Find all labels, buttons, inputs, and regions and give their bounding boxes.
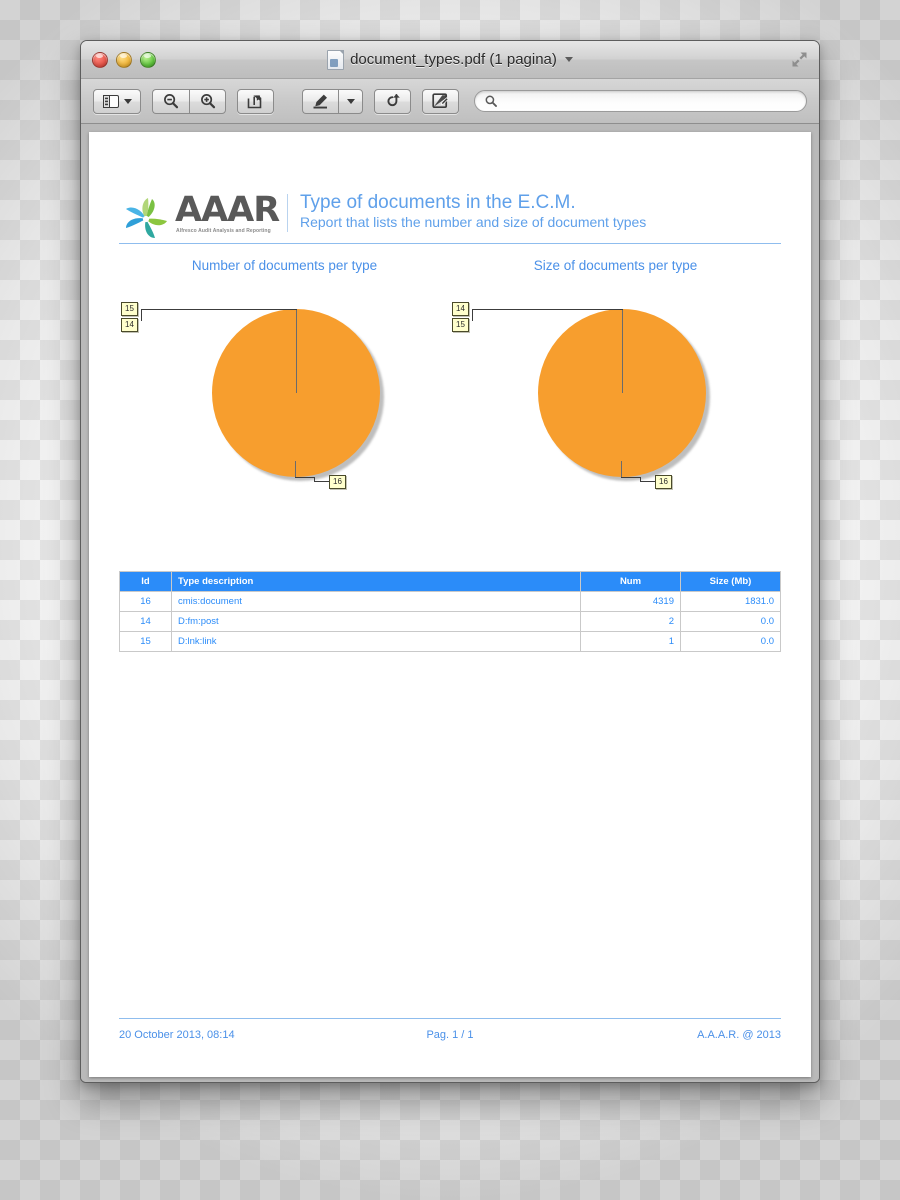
markup-dropdown-button[interactable] (338, 88, 363, 114)
footer-row: 20 October 2013, 08:14 Pag. 1 / 1 A.A.A.… (119, 1029, 781, 1041)
aaar-logo: AAAR Alfresco Audit Analysis and Reporti… (119, 189, 280, 238)
cell-id: 15 (119, 630, 172, 652)
fullscreen-expand-icon[interactable] (791, 51, 808, 68)
pinwheel-flower-logo-icon (126, 197, 167, 238)
close-window-button[interactable] (92, 51, 108, 68)
sidebar-panel-icon (102, 94, 119, 108)
table-row: 14 D:fm:post 2 0.0 (119, 610, 781, 632)
share-button[interactable] (237, 88, 274, 114)
pie-label-16: 16 (329, 474, 346, 489)
cell-size: 0.0 (680, 610, 781, 632)
window-title-group: document_types.pdf (1 pagina) (81, 41, 819, 78)
pie-label-14: 14 (452, 301, 469, 316)
pie-label-15: 15 (452, 317, 469, 332)
pie-label-15: 15 (121, 301, 138, 316)
zoom-segmented-control (152, 88, 226, 114)
report-title: Type of documents in the E.C.M. (300, 192, 576, 213)
rotate-left-icon (386, 93, 400, 106)
pie-cut-bottom (295, 460, 296, 478)
zoom-in-button[interactable] (189, 88, 226, 114)
cell-id: 16 (119, 590, 172, 612)
markup-button[interactable] (302, 88, 338, 114)
pie-chart-size-of-documents: 14 15 16 (450, 295, 781, 515)
leader-line-bottom-stub (621, 476, 640, 478)
header-divider (287, 194, 288, 232)
cell-id: 14 (119, 610, 172, 632)
highlighter-pen-icon (313, 94, 327, 109)
cell-size: 1831.0 (680, 590, 781, 612)
pie-label-14: 14 (121, 317, 138, 332)
pie-chart-number-of-documents: 15 14 16 (119, 295, 450, 515)
leader-line-top-drop (472, 308, 473, 321)
share-arrow-icon (247, 94, 262, 108)
minimize-window-button[interactable] (116, 51, 132, 68)
cell-num: 2 (580, 610, 681, 632)
chevron-down-icon[interactable] (564, 57, 573, 62)
pdf-document-icon (327, 49, 345, 70)
footer-copyright: A.A.A.R. @ 2013 (697, 1029, 782, 1041)
preview-window: document_types.pdf (1 pagina) AAAR Alfre… (80, 40, 820, 1083)
zoom-out-button[interactable] (152, 88, 189, 114)
markup-control-group (302, 88, 363, 114)
search-field[interactable] (474, 90, 807, 112)
leader-line-bottom-stub (295, 476, 314, 478)
caret-down-icon (346, 98, 355, 104)
cell-type: cmis:document (171, 590, 581, 612)
leader-line-top (472, 308, 623, 310)
leader-line-bottom (640, 480, 655, 482)
report-body: AAAR Alfresco Audit Analysis and Reporti… (89, 132, 811, 1077)
pdf-page: AAAR Alfresco Audit Analysis and Reporti… (89, 132, 811, 1077)
column-header-type-description: Type description (171, 570, 581, 592)
table-row: 16 cmis:document 4319 1831.0 (119, 590, 781, 612)
caret-down-icon (123, 98, 132, 104)
report-title-group: Type of documents in the E.C.M. Report t… (300, 192, 646, 234)
chart-titles-row: Number of documents per type Size of doc… (119, 258, 781, 273)
logo-wordmark: AAAR (175, 189, 280, 230)
pie-cut-top (296, 308, 297, 393)
rotate-left-button[interactable] (374, 88, 411, 114)
annotate-button[interactable] (422, 88, 459, 114)
document-types-table: Id Type description Num Size (Mb) 16 cmi… (119, 570, 781, 652)
edit-annotate-icon (432, 93, 449, 109)
window-title: document_types.pdf (1 pagina) (350, 51, 557, 68)
column-header-num: Num (580, 570, 681, 592)
footer-page-number: Pag. 1 / 1 (426, 1029, 474, 1041)
traffic-light-group (92, 51, 156, 68)
zoom-window-button[interactable] (140, 51, 156, 68)
header-rule (119, 242, 781, 244)
search-icon (485, 95, 497, 107)
report-header: AAAR Alfresco Audit Analysis and Reporti… (119, 132, 781, 238)
chart-title-number: Number of documents per type (191, 257, 378, 273)
window-titlebar[interactable]: document_types.pdf (1 pagina) (81, 41, 819, 79)
cell-size: 0.0 (680, 630, 781, 652)
table-row: 15 D:lnk:link 1 0.0 (119, 630, 781, 652)
logo-tagline: Alfresco Audit Analysis and Reporting (176, 227, 271, 234)
magnifier-plus-icon (200, 94, 215, 109)
leader-line-bottom (314, 480, 329, 482)
footer-timestamp: 20 October 2013, 08:14 (119, 1029, 235, 1041)
table-header-row: Id Type description Num Size (Mb) (119, 570, 781, 592)
charts-row: 15 14 16 14 15 16 (119, 295, 781, 515)
cell-type: D:lnk:link (171, 630, 581, 652)
report-footer: 20 October 2013, 08:14 Pag. 1 / 1 A.A.A.… (119, 1018, 781, 1041)
cell-type: D:fm:post (171, 610, 581, 632)
pie-cut-top (622, 308, 623, 393)
leader-line-top (141, 308, 297, 310)
report-subtitle: Report that lists the number and size of… (300, 214, 647, 231)
footer-rule (119, 1018, 781, 1019)
column-header-id: Id (119, 570, 172, 592)
pie-cut-bottom (621, 460, 622, 478)
column-header-size: Size (Mb) (680, 570, 781, 592)
magnifier-minus-icon (164, 94, 179, 109)
leader-line-top-drop (141, 308, 142, 321)
pie-label-16: 16 (655, 474, 672, 489)
chart-title-size: Size of documents per type (533, 257, 698, 273)
pdf-toolbar (81, 79, 819, 124)
sidebar-toggle-button[interactable] (93, 88, 141, 114)
cell-num: 1 (580, 630, 681, 652)
pdf-canvas-area[interactable]: AAAR Alfresco Audit Analysis and Reporti… (81, 124, 819, 1082)
cell-num: 4319 (580, 590, 681, 612)
